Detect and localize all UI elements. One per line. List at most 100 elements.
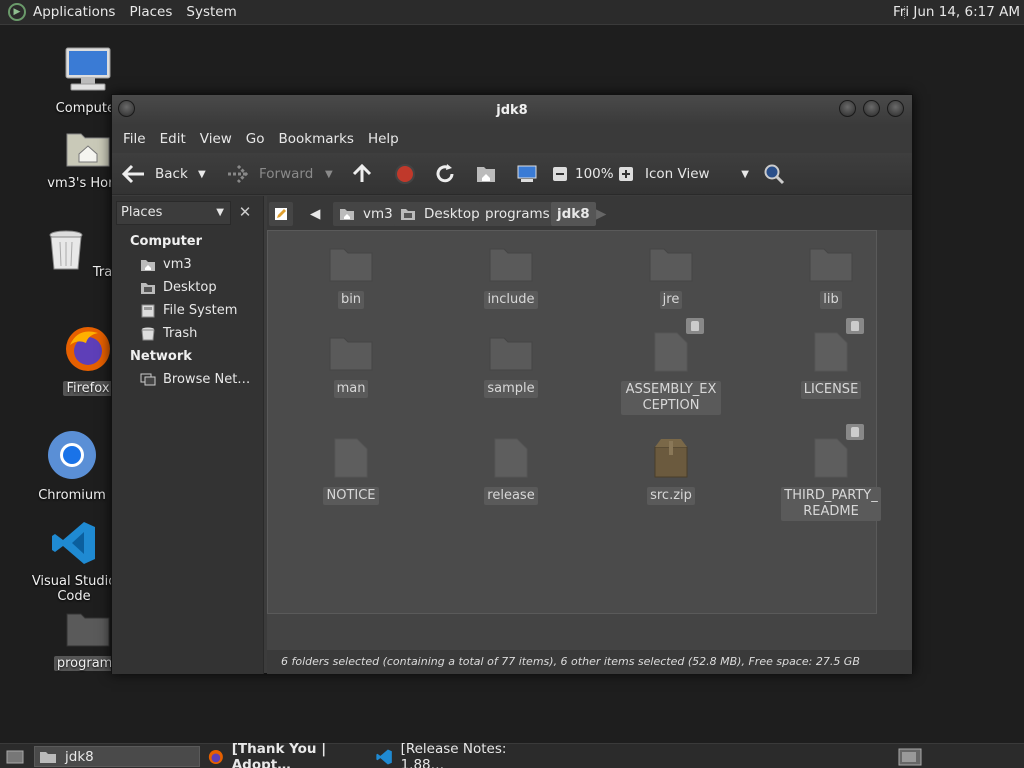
minimize-button[interactable]: [839, 100, 856, 117]
zoom-out-button[interactable]: [552, 153, 568, 195]
lock-icon: [846, 424, 864, 440]
desktop-icon-chromium[interactable]: Chromium: [24, 430, 120, 503]
zoom-out-icon: [553, 167, 567, 181]
icon-view: bin include jre lib man sample ASSEMBLY_…: [267, 230, 881, 614]
document-icon: [814, 438, 848, 478]
path-scroll-left[interactable]: ◀: [305, 202, 325, 226]
window-titlebar[interactable]: jdk8: [112, 95, 912, 125]
workspace-switcher[interactable]: [894, 746, 922, 767]
file-item-license[interactable]: LICENSE: [776, 331, 886, 399]
file-item-lib[interactable]: lib: [776, 245, 886, 309]
menu-file[interactable]: File: [116, 131, 153, 147]
menu-go[interactable]: Go: [239, 131, 272, 147]
file-item-sample[interactable]: sample: [456, 334, 566, 398]
menu-edit[interactable]: Edit: [153, 131, 193, 147]
show-desktop-icon: [6, 750, 24, 763]
task-vscode[interactable]: [Release Notes: 1.88…: [372, 741, 542, 768]
file-item-label: include: [484, 291, 538, 309]
side-pane: Places ▼ ✕ Computer vm3 Desktop File Sys…: [112, 196, 264, 674]
menu-help[interactable]: Help: [361, 131, 406, 147]
document-icon: [494, 438, 528, 478]
lock-icon: [686, 318, 704, 334]
home-folder-icon: [66, 133, 110, 167]
chevron-down-icon: ▼: [741, 168, 749, 180]
file-item-release[interactable]: release: [456, 437, 566, 505]
file-item-label: LICENSE: [800, 381, 862, 399]
folder-icon: [809, 248, 853, 282]
computer-icon: [517, 165, 537, 182]
file-item-label: src.zip: [647, 487, 695, 505]
breadcrumb-label: programs: [485, 206, 550, 222]
sidebar-item-file-system[interactable]: File System: [140, 303, 237, 318]
toggle-location-entry-button[interactable]: [269, 202, 293, 226]
forward-button[interactable]: Forward: [226, 153, 313, 195]
places-menu[interactable]: Places: [122, 0, 179, 25]
file-item-assembly-exception[interactable]: ASSEMBLY_EXCEPTION: [616, 331, 726, 415]
applications-menu-icon[interactable]: ▶: [8, 3, 26, 21]
sidebar-item-label: Trash: [163, 326, 198, 341]
workspace-icon: [898, 748, 922, 765]
close-button[interactable]: [887, 100, 904, 117]
system-menu[interactable]: System: [179, 0, 243, 25]
document-icon: [654, 332, 688, 372]
sidebar-item-browse-network[interactable]: Browse Net…: [140, 372, 250, 387]
file-item-label: jre: [659, 291, 683, 309]
applications-menu[interactable]: Applications: [26, 0, 122, 25]
folder-icon: [489, 248, 533, 282]
folder-icon: [489, 337, 533, 371]
breadcrumb-vm3[interactable]: vm3: [333, 202, 399, 226]
file-manager-window: jdk8 File Edit View Go Bookmarks Help Ba…: [111, 94, 913, 674]
view-mode-select[interactable]: Icon View ▼: [645, 153, 749, 195]
file-item-label: ASSEMBLY_EXCEPTION: [621, 381, 721, 415]
home-icon: [477, 167, 495, 182]
window-menu-button[interactable]: [118, 100, 135, 117]
breadcrumb-programs[interactable]: programs: [479, 202, 556, 226]
menu-view[interactable]: View: [193, 131, 239, 147]
zoom-in-button[interactable]: [618, 153, 634, 195]
task-label: [Thank You | Adopt…: [231, 740, 327, 768]
trash-icon: [141, 327, 155, 340]
computer-icon: [65, 47, 111, 91]
forward-history-dropdown[interactable]: ▼: [325, 153, 333, 195]
clock[interactable]: Fri Jun 14, 6:17 AM: [893, 0, 1020, 25]
up-button[interactable]: [352, 153, 372, 195]
sidebar-item-trash[interactable]: Trash: [140, 326, 197, 341]
bottom-panel: jdk8 [Thank You | Adopt… [Release Notes:…: [0, 741, 1024, 768]
file-item-man[interactable]: man: [296, 334, 406, 398]
reload-icon: [436, 164, 454, 183]
file-item-third-party-readme[interactable]: THIRD_PARTY_README: [776, 437, 886, 521]
task-firefox[interactable]: [Thank You | Adopt…: [204, 741, 370, 768]
close-side-pane-button[interactable]: ✕: [233, 201, 257, 225]
lock-icon: [846, 318, 864, 334]
file-item-src-zip[interactable]: src.zip: [616, 437, 726, 505]
show-desktop-button[interactable]: [2, 746, 26, 767]
file-item-bin[interactable]: bin: [296, 245, 406, 309]
breadcrumb-label: Desktop: [424, 206, 480, 222]
menu-bookmarks[interactable]: Bookmarks: [272, 131, 361, 147]
sidebar-item-vm3[interactable]: vm3: [140, 257, 192, 272]
task-jdk8[interactable]: jdk8: [34, 746, 200, 767]
stop-button[interactable]: [394, 153, 416, 195]
search-icon: [764, 164, 785, 185]
file-item-include[interactable]: include: [456, 245, 566, 309]
back-history-dropdown[interactable]: ▼: [198, 153, 206, 195]
task-label: [Release Notes: 1.88…: [400, 740, 507, 768]
path-scroll-right[interactable]: ▶: [592, 202, 610, 226]
sidebar-item-desktop[interactable]: Desktop: [140, 280, 217, 295]
back-button[interactable]: Back: [122, 153, 188, 195]
breadcrumb-desktop[interactable]: Desktop: [394, 202, 486, 226]
desktop-icon-label: Chromium: [38, 488, 106, 503]
home-button[interactable]: [475, 153, 497, 195]
edit-icon: [275, 208, 287, 220]
reload-button[interactable]: [434, 153, 456, 195]
file-item-notice[interactable]: NOTICE: [296, 437, 406, 505]
computer-button[interactable]: [516, 153, 538, 195]
maximize-button[interactable]: [863, 100, 880, 117]
side-pane-selector[interactable]: Places ▼: [116, 201, 231, 225]
breadcrumb-label: jdk8: [557, 206, 590, 222]
back-arrow-icon: [122, 164, 144, 184]
file-item-jre[interactable]: jre: [616, 245, 726, 309]
search-button[interactable]: [763, 153, 785, 195]
breadcrumb-jdk8[interactable]: jdk8: [551, 202, 596, 226]
folder-icon: [329, 248, 373, 282]
